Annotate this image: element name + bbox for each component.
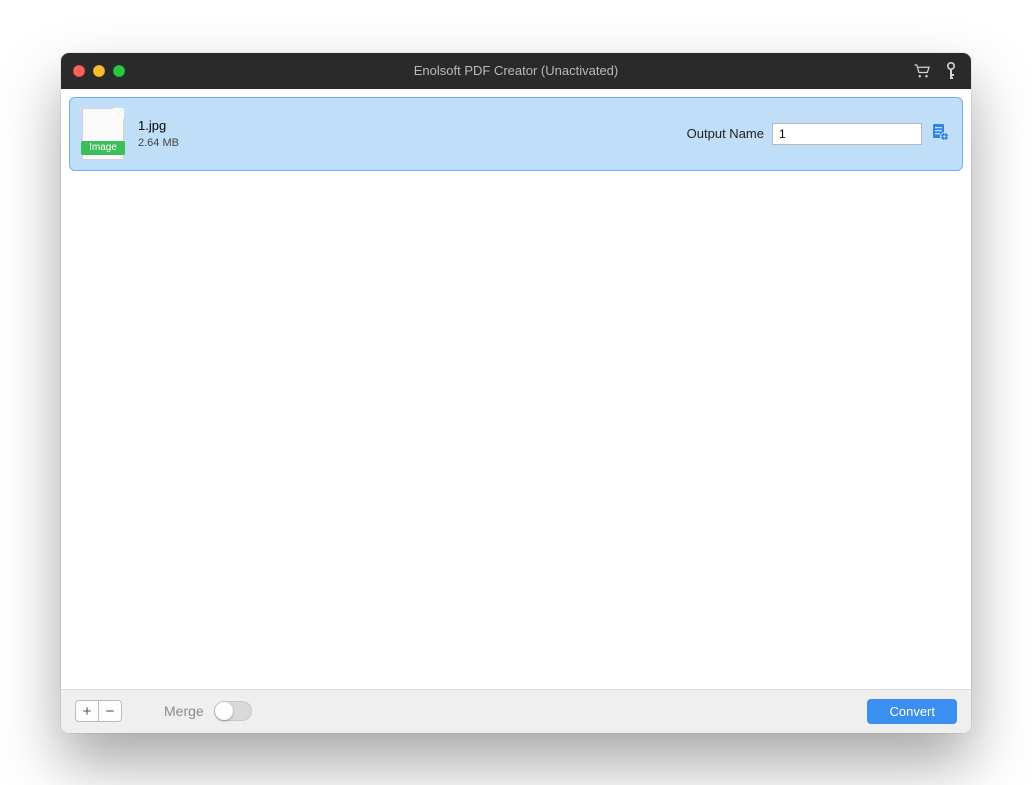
output-name-label: Output Name [687, 126, 764, 141]
add-remove-group: + − [75, 700, 122, 722]
app-window: Enolsoft PDF Creator (Unactivated) [61, 53, 971, 733]
convert-button[interactable]: Convert [867, 699, 957, 724]
merge-toggle-knob [215, 702, 233, 720]
window-controls [73, 65, 125, 77]
file-meta: 1.jpg 2.64 MB [138, 118, 179, 149]
merge-toggle[interactable] [214, 701, 252, 721]
file-list: Image 1.jpg 2.64 MB Output Name [61, 89, 971, 689]
file-settings-icon[interactable] [930, 122, 950, 145]
file-row[interactable]: Image 1.jpg 2.64 MB Output Name [69, 97, 963, 171]
close-window-button[interactable] [73, 65, 85, 77]
footer-bar: + − Merge Convert [61, 689, 971, 733]
file-type-badge: Image [81, 141, 125, 155]
window-title: Enolsoft PDF Creator (Unactivated) [61, 63, 971, 78]
minimize-window-button[interactable] [93, 65, 105, 77]
file-thumbnail: Image [82, 108, 124, 160]
merge-label: Merge [164, 703, 204, 719]
output-name-input[interactable] [772, 123, 922, 145]
key-icon[interactable] [945, 62, 957, 80]
titlebar-tools [913, 62, 957, 80]
remove-file-button[interactable]: − [98, 700, 122, 722]
merge-group: Merge [164, 701, 252, 721]
titlebar: Enolsoft PDF Creator (Unactivated) [61, 53, 971, 89]
file-size: 2.64 MB [138, 137, 179, 149]
add-file-button[interactable]: + [75, 700, 99, 722]
file-name: 1.jpg [138, 118, 179, 133]
output-name-group: Output Name [687, 122, 950, 145]
cart-icon[interactable] [913, 63, 931, 79]
zoom-window-button[interactable] [113, 65, 125, 77]
